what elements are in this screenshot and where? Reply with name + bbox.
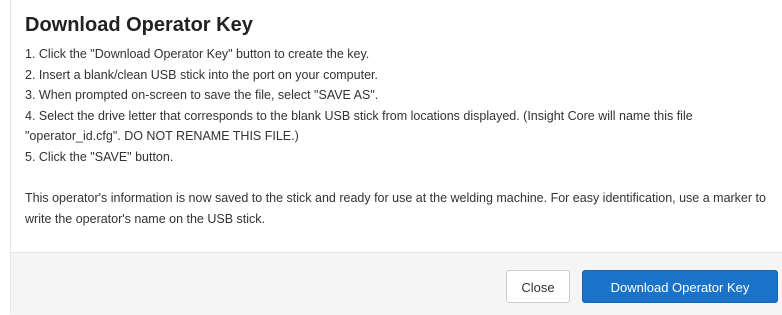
instruction-step-4: 4. Select the drive letter that correspo… xyxy=(25,108,693,144)
instruction-list: 1. Click the "Download Operator Key" but… xyxy=(25,44,768,167)
instruction-step-1: 1. Click the "Download Operator Key" but… xyxy=(25,47,370,61)
close-button[interactable]: Close xyxy=(506,270,570,303)
download-operator-key-dialog: Download Operator Key 1. Click the "Down… xyxy=(10,0,782,315)
instruction-step-5: 5. Click the "SAVE" button. xyxy=(25,149,174,164)
download-operator-key-button[interactable]: Download Operator Key xyxy=(582,270,778,303)
info-note: This operator's information is now saved… xyxy=(25,191,766,226)
instruction-step-2: 2. Insert a blank/clean USB stick into t… xyxy=(25,67,378,82)
dialog-footer: Close Download Operator Key xyxy=(11,252,782,315)
instruction-step-3: 3. When prompted on-screen to save the f… xyxy=(25,88,379,102)
dialog-title: Download Operator Key xyxy=(25,14,253,36)
dialog-body: Download Operator Key 1. Click the "Down… xyxy=(11,0,782,229)
